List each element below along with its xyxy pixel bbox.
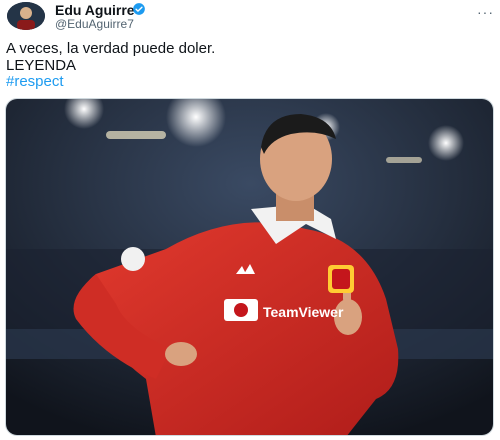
verified-badge-icon xyxy=(133,3,145,15)
avatar[interactable] xyxy=(7,2,45,30)
tweet[interactable]: Edu Aguirre @EduAguirre7 A veces, la ver… xyxy=(0,0,500,440)
football-player-photo: TeamViewer xyxy=(6,99,493,435)
hashtag-link[interactable]: #respect xyxy=(6,73,64,91)
author-name[interactable]: Edu Aguirre xyxy=(55,2,135,18)
sponsor-text: TeamViewer xyxy=(263,304,344,320)
avatar-image xyxy=(7,2,45,30)
tweet-text-line-1: A veces, la verdad puede doler. xyxy=(6,40,216,57)
author-handle[interactable]: @EduAguirre7 xyxy=(55,17,134,31)
more-options-icon[interactable]: ··· xyxy=(477,4,494,20)
tweet-media-photo[interactable]: TeamViewer xyxy=(5,98,494,436)
